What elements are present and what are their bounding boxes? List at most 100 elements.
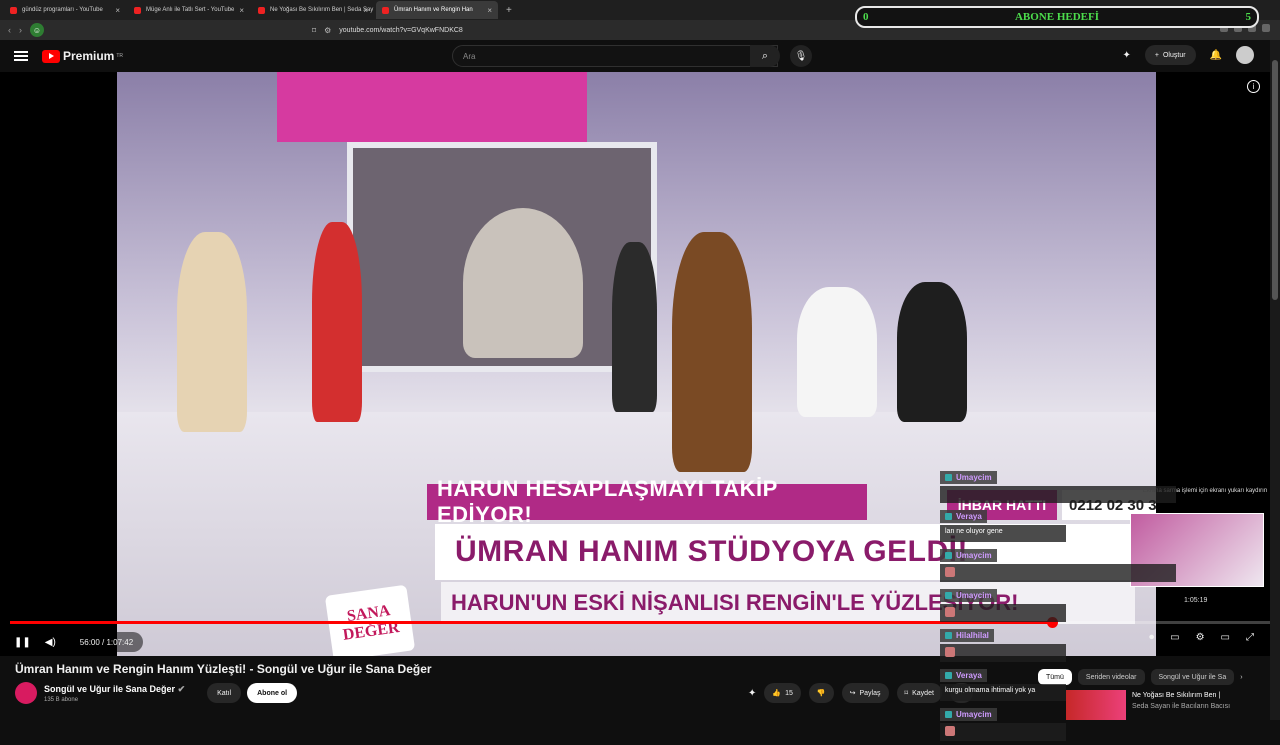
studio-backdrop <box>277 72 587 142</box>
youtube-favicon-icon <box>10 6 17 14</box>
gamepad-icon[interactable]: ✦ <box>748 688 756 699</box>
youtube-logo[interactable]: Premium TR <box>42 49 123 63</box>
goal-title: ABONE HEDEFİ <box>1014 11 1100 23</box>
tab-3[interactable]: Ne Yoğası Be Sıkılırım Ben | Seda Say × <box>252 1 374 19</box>
youtube-header: Premium TR Ara ⌕ 🎙 ✦ + Oluştur 🔔 <box>0 40 1280 72</box>
badge-icon <box>945 552 952 559</box>
thumbs-down-icon: 👎 <box>816 690 826 697</box>
studio-screen <box>347 142 657 372</box>
verified-icon: ✔ <box>177 683 186 694</box>
plus-icon: + <box>1154 51 1159 59</box>
tab-1[interactable]: gündüz programları - YouTube × <box>4 1 126 19</box>
close-icon[interactable]: × <box>239 6 244 15</box>
menu-icon[interactable] <box>14 51 28 61</box>
site-info-icon[interactable]: ⚙ <box>324 26 331 35</box>
tab-label: Ne Yoğası Be Sıkılırım Ben | Seda Say <box>270 7 374 13</box>
chat-message: Veraya kurgu olmama ihtimali yok ya <box>940 666 1180 701</box>
video-title: Ümran Hanım ve Rengin Hanım Yüzleşti! - … <box>15 662 432 676</box>
chat-username: Umaycim <box>940 708 997 721</box>
chat-username: Umaycim <box>940 549 997 562</box>
youtube-favicon-icon <box>134 6 141 14</box>
badge-icon <box>945 513 952 520</box>
tab-label: Müge Anlı ile Tatlı Sert - YouTube <box>146 7 235 13</box>
close-icon[interactable]: × <box>363 6 368 15</box>
chat-text <box>940 644 1066 662</box>
scrollbar-thumb[interactable] <box>1272 60 1278 300</box>
host-female <box>312 222 362 422</box>
share-icon: ↪ <box>849 690 856 697</box>
back-icon[interactable]: ‹ <box>8 25 11 35</box>
tv-bar-tracking: HARUN HESAPLAŞMAYI TAKİP EDİYOR! <box>427 476 867 527</box>
emote-icon <box>945 567 955 577</box>
chat-overlay: Umaycim Veraya lan ne oluyor gene Umaycim… <box>940 468 1180 745</box>
badge-icon <box>945 592 952 599</box>
progress-fill <box>10 621 1053 624</box>
gamepad-icon[interactable]: ✦ <box>1123 50 1131 61</box>
youtube-favicon-icon <box>382 6 389 14</box>
pause-icon[interactable]: ❚❚ <box>14 637 31 648</box>
create-label: Oluştur <box>1162 51 1186 59</box>
chat-username: Umaycim <box>940 589 997 602</box>
volume-icon[interactable]: ◀) <box>45 637 56 648</box>
chat-message: Umaycim <box>940 705 1180 741</box>
subscribe-button[interactable]: Abone ol <box>247 683 298 703</box>
emote-icon <box>945 647 955 657</box>
forward-icon[interactable]: › <box>19 25 22 35</box>
goal-start: 0 <box>863 11 869 23</box>
url-text: youtube.com/watch?v=GVqKwFNDKC8 <box>339 26 463 34</box>
like-button[interactable]: 👍 15 <box>764 683 801 703</box>
chat-message: Umaycim <box>940 546 1180 582</box>
seek-preview-time: 1:05:19 <box>1184 597 1208 604</box>
create-button[interactable]: + Oluştur <box>1144 45 1196 65</box>
channel-avatar[interactable] <box>15 682 37 704</box>
youtube-favicon-icon <box>258 6 265 14</box>
bookmark-icon[interactable]: ⌑ <box>312 26 316 35</box>
join-button[interactable]: Katıl <box>207 683 242 703</box>
avatar[interactable] <box>1236 46 1254 64</box>
extension-mascot-icon[interactable]: ☺ <box>30 23 44 37</box>
close-icon[interactable]: × <box>487 6 492 15</box>
like-count: 15 <box>785 689 793 697</box>
youtube-play-icon <box>42 49 60 63</box>
channel-row: Songül ve Uğur ile Sana Değer ✔ 135 B ab… <box>15 682 298 704</box>
tab-4-active[interactable]: Ümran Hanım ve Rengin Han × <box>376 1 498 19</box>
dislike-button[interactable]: 👎 <box>808 683 834 703</box>
info-icon[interactable]: i <box>1247 80 1260 93</box>
chat-username: Hilalhilal <box>940 629 994 642</box>
chat-username: Umaycim <box>940 471 997 484</box>
channel-name[interactable]: Songül ve Uğur ile Sana Değer ✔ <box>44 684 185 695</box>
chat-username: Veraya <box>940 510 987 523</box>
save-button[interactable]: ⌑ Kaydet <box>896 683 942 703</box>
guest-seated-male <box>897 282 967 422</box>
tab-label: gündüz programları - YouTube <box>22 7 103 13</box>
emote-icon <box>945 726 955 736</box>
page-scrollbar[interactable] <box>1270 40 1280 720</box>
microphone-icon[interactable]: 🎙 <box>790 45 812 67</box>
search-input[interactable]: Ara <box>452 45 778 67</box>
chat-text <box>940 564 1176 582</box>
new-tab-button[interactable]: + <box>506 5 512 16</box>
guest-standing <box>612 242 657 412</box>
channel-info: Songül ve Uğur ile Sana Değer ✔ 135 B ab… <box>44 684 185 703</box>
share-button[interactable]: ↪ Paylaş <box>841 683 889 703</box>
badge-icon <box>945 672 952 679</box>
header-actions: ✦ + Oluştur 🔔 <box>1123 45 1254 65</box>
fullscreen-icon[interactable]: ⤢ <box>1246 632 1254 643</box>
bell-icon[interactable]: 🔔 <box>1210 50 1222 61</box>
settings-gear-icon[interactable]: ⚙ <box>1196 632 1205 643</box>
theater-mode-icon[interactable]: ▭ <box>1221 632 1230 643</box>
chat-text: kurgu olmama ihtimali yok ya <box>940 684 1066 701</box>
tab-2[interactable]: Müge Anlı ile Tatlı Sert - YouTube × <box>128 1 250 19</box>
logo-country: TR <box>116 53 124 59</box>
chat-message: Veraya lan ne oluyor gene <box>940 507 1180 542</box>
url-field[interactable]: ⌑ ⚙ youtube.com/watch?v=GVqKwFNDKC8 <box>312 23 832 37</box>
tab-label: Ümran Hanım ve Rengin Han <box>394 7 473 13</box>
chat-text: lan ne oluyor gene <box>940 525 1066 542</box>
chevron-right-icon[interactable]: › <box>1240 674 1242 681</box>
close-icon[interactable]: × <box>115 6 120 15</box>
guest-white-dress <box>797 287 877 417</box>
search-icon[interactable]: ⌕ <box>750 45 780 67</box>
extension-icon[interactable] <box>1262 24 1270 32</box>
guest-walking <box>672 232 752 472</box>
time-display: 56:00 / 1:07:42 <box>69 632 144 652</box>
